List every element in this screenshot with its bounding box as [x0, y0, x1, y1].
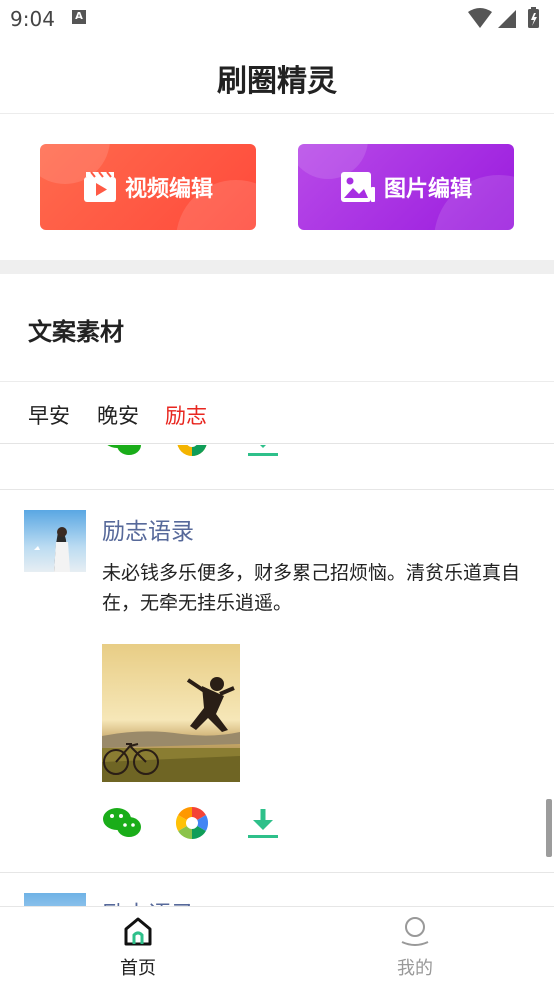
- avatar[interactable]: [24, 893, 86, 906]
- image-edit-button[interactable]: 图片编辑: [298, 144, 514, 230]
- post-feed: 励志语录 未必钱多乐便多，财多累己招烦恼。清贫乐道真自在，无牵无挂乐逍遥。: [0, 445, 554, 906]
- notification-a-icon: A: [72, 10, 86, 24]
- wifi-signal-battery-icon: [468, 7, 539, 28]
- download-icon[interactable]: [246, 805, 280, 841]
- category-tabs: 早安 晚安 励志: [0, 382, 554, 444]
- tab-night[interactable]: 晚安: [97, 400, 139, 430]
- post-image[interactable]: [102, 644, 240, 782]
- status-time: 9:04: [10, 7, 55, 31]
- moments-icon[interactable]: [174, 445, 210, 459]
- post-body: 未必钱多乐便多，财多累己招烦恼。清贫乐道真自在，无牵无挂乐逍遥。: [102, 562, 521, 614]
- section-title: 文案素材: [28, 318, 124, 346]
- video-edit-button[interactable]: 视频编辑: [40, 144, 256, 230]
- nav-home[interactable]: 首页: [78, 907, 198, 985]
- status-icons: [466, 6, 546, 36]
- nav-mine-label: 我的: [397, 958, 433, 979]
- moments-icon[interactable]: [174, 805, 210, 841]
- nav-mine[interactable]: 我的: [355, 907, 475, 985]
- avatar[interactable]: [24, 510, 86, 572]
- image-icon: [340, 172, 375, 202]
- avatar-image: [24, 510, 86, 572]
- scrollbar[interactable]: [546, 799, 552, 857]
- section-divider: [0, 260, 554, 274]
- nav-home-label: 首页: [120, 958, 156, 979]
- video-icon: [83, 171, 116, 202]
- video-edit-label: 视频编辑: [124, 177, 213, 202]
- status-bar: 9:04 A: [0, 0, 554, 38]
- post-title[interactable]: 励志语录: [102, 895, 194, 906]
- tab-inspiration[interactable]: 励志: [165, 400, 207, 430]
- tab-morning[interactable]: 早安: [28, 400, 70, 430]
- page-title: 刷圈精灵: [217, 64, 337, 99]
- image-edit-label: 图片编辑: [383, 177, 472, 202]
- download-icon[interactable]: [246, 445, 280, 459]
- user-icon: [401, 917, 429, 946]
- previous-post-actions: [0, 445, 554, 463]
- home-icon: [124, 917, 152, 946]
- app-header: 刷圈精灵: [0, 38, 554, 114]
- post-title[interactable]: 励志语录: [102, 512, 194, 546]
- bottom-nav: 首页 我的: [0, 906, 554, 985]
- wechat-icon[interactable]: [102, 805, 142, 841]
- divider: [0, 489, 554, 490]
- post-photo-graphic: [102, 644, 240, 782]
- wechat-icon[interactable]: [102, 445, 142, 459]
- divider: [0, 872, 554, 873]
